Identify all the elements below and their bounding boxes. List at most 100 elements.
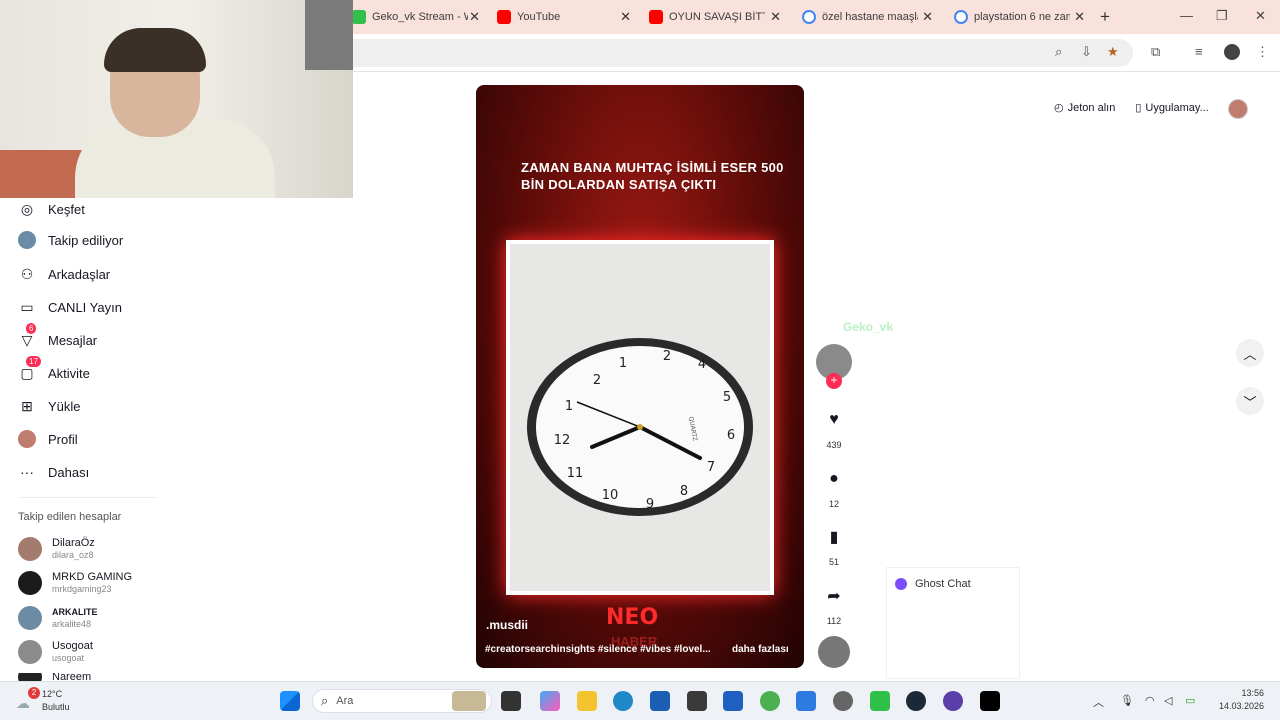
tab-geko-stream[interactable]: Geko_vk Stream - Wa ✕ (352, 6, 480, 28)
next-video-button[interactable]: ﹀ (1236, 387, 1264, 415)
close-icon[interactable]: ✕ (922, 9, 933, 25)
sidebar-item-takip-ediliyor[interactable]: Takip ediliyor (18, 231, 123, 249)
sidebar-item-kesfet[interactable]: ◎ Keşfet (18, 200, 85, 218)
sidebar-item-label: Yükle (48, 398, 81, 414)
app-icon[interactable] (687, 691, 707, 711)
weather-badge: 2 (28, 687, 40, 699)
svg-text:1: 1 (565, 399, 573, 414)
sidebar-item-dahasi[interactable]: ··· Dahası (18, 463, 89, 481)
copilot-icon[interactable] (540, 691, 560, 711)
sidebar-item-profil[interactable]: Profil (18, 430, 78, 448)
restore-icon[interactable]: ❐ (1216, 8, 1228, 24)
sidebar-item-canli-yayin[interactable]: ▭ CANLI Yayın (18, 298, 122, 316)
comment-button[interactable]: ● 12 (816, 461, 852, 509)
previous-video-button[interactable]: ︿ (1236, 339, 1264, 367)
menu-icon[interactable]: ⋮ (1256, 44, 1269, 60)
settings-icon[interactable] (833, 691, 853, 711)
comment-icon: ● (829, 470, 839, 487)
followed-account[interactable]: Usogoat usogoat (18, 640, 93, 664)
close-icon[interactable]: ✕ (1074, 9, 1085, 25)
music-disc-icon[interactable] (818, 636, 850, 668)
youtube-icon (649, 10, 663, 24)
app-icon[interactable] (723, 691, 743, 711)
coin-icon: ◴ (1054, 102, 1064, 114)
app-icon[interactable] (943, 691, 963, 711)
sidebar-item-mesajlar[interactable]: ▽ 6 Mesajlar (18, 323, 97, 349)
svg-text:2: 2 (663, 349, 671, 364)
tab-ozel-hastane[interactable]: özel hastane maaşlar ✕ (802, 6, 933, 28)
steam-icon[interactable] (906, 691, 926, 711)
wifi-icon[interactable]: ◠ (1145, 694, 1155, 707)
sidebar-item-aktivite[interactable]: ▢ 17 Aktivite (18, 356, 90, 382)
account-username: arkalite48 (52, 619, 92, 629)
tab-youtube[interactable]: YouTube ✕ (497, 6, 631, 28)
ghost-chat-icon (895, 578, 907, 590)
browser-profile-avatar[interactable] (1224, 44, 1240, 60)
volume-icon[interactable]: ◁ (1164, 694, 1172, 707)
video-hashtags[interactable]: #creatorsearchinsights #silence #vibes #… (485, 644, 725, 655)
close-icon[interactable]: ✕ (469, 9, 480, 25)
app-icon[interactable] (980, 691, 1000, 711)
heart-icon: ♥ (829, 411, 839, 428)
zoom-icon[interactable]: ⌕ (1055, 44, 1062, 60)
tab-oyun-savasi[interactable]: OYUN SAVAŞI BİTTİ: ✕ (649, 6, 781, 28)
webcam-overlay (0, 0, 353, 198)
bookmark-star-icon[interactable]: ★ (1107, 44, 1119, 60)
ghost-chat-title: Ghost Chat (915, 578, 971, 590)
task-view-icon[interactable] (501, 691, 521, 711)
svg-text:9: 9 (646, 497, 654, 512)
windows-taskbar: ☁ 2 12°C Bulutlu ⌕ Ara ︿ 🎙 ◠ ◁ ▭ 13:56 1… (0, 681, 1280, 720)
chevron-up-icon[interactable]: ︿ (1093, 694, 1104, 710)
svg-text:6: 6 (727, 428, 735, 443)
avatar (18, 537, 42, 561)
share-count: 112 (826, 616, 842, 626)
microphone-icon[interactable]: 🎙 (1120, 694, 1134, 707)
minimize-icon[interactable]: — (1180, 8, 1193, 23)
omnibox[interactable] (330, 39, 1133, 67)
share-button[interactable]: ➦ 112 (816, 578, 852, 626)
sidebar-item-label: Aktivite (48, 365, 90, 381)
file-explorer-icon[interactable] (577, 691, 597, 711)
svg-text:10: 10 (602, 488, 619, 503)
get-app-button[interactable]: Uygulamay... (1145, 102, 1208, 114)
user-avatar[interactable] (1228, 99, 1248, 119)
google-icon (954, 10, 968, 24)
close-icon[interactable]: ✕ (770, 9, 781, 25)
app-icon[interactable] (870, 691, 890, 711)
store-icon[interactable] (650, 691, 670, 711)
followed-account[interactable]: Nareem (18, 673, 91, 681)
more-caption-button[interactable]: daha fazlası (732, 644, 789, 655)
like-button[interactable]: ♥ 439 (816, 402, 852, 450)
close-window-icon[interactable]: ✕ (1255, 8, 1266, 24)
close-icon[interactable]: ✕ (620, 9, 631, 25)
sidebar-item-label: Profil (48, 431, 78, 447)
neo-logo: NEO (606, 605, 659, 630)
video-player[interactable]: ZAMAN BANA MUHTAÇ İSİMLİ ESER 500 BİN DO… (476, 85, 804, 668)
followed-account[interactable]: DilaraÖz dilara_oz8 (18, 537, 95, 561)
sidebar-item-label: Keşfet (48, 201, 85, 217)
video-author[interactable]: .musdii (486, 618, 528, 632)
new-tab-icon[interactable]: + (1100, 7, 1110, 27)
install-icon[interactable]: ⇩ (1081, 44, 1092, 60)
get-coins-button[interactable]: Jeton alın (1068, 102, 1116, 114)
taskbar-clock[interactable]: 13:56 14.03.2026 (1210, 687, 1264, 713)
save-button[interactable]: ▮ 51 (816, 519, 852, 567)
windows-start-icon[interactable] (280, 691, 300, 711)
account-username: dilara_oz8 (52, 550, 94, 560)
sidebar-item-yukle[interactable]: ⊞ Yükle (18, 397, 81, 415)
sidebar-item-arkadaslar[interactable]: ⚇ Arkadaşlar (18, 265, 110, 283)
save-count: 51 (828, 557, 839, 567)
tab-playstation[interactable]: playstation 6 ne zam ✕ (954, 6, 1085, 28)
account-name: MRKD GAMING (52, 571, 133, 583)
chrome-icon[interactable] (760, 691, 780, 711)
edge-icon[interactable] (613, 691, 633, 711)
svg-text:2: 2 (593, 373, 601, 388)
followed-account[interactable]: MRKD GAMING mrkdgaming23 (18, 571, 132, 595)
app-icon[interactable] (796, 691, 816, 711)
media-control-icon[interactable]: ≡ (1195, 44, 1203, 59)
follow-plus-icon[interactable]: + (826, 373, 842, 389)
extensions-icon[interactable]: ⧉ (1151, 44, 1160, 60)
battery-icon[interactable]: ▭ (1185, 694, 1195, 707)
followed-account[interactable]: ARKALITE arkalite48 (18, 606, 98, 630)
clock-time: 13:56 (1241, 688, 1264, 698)
